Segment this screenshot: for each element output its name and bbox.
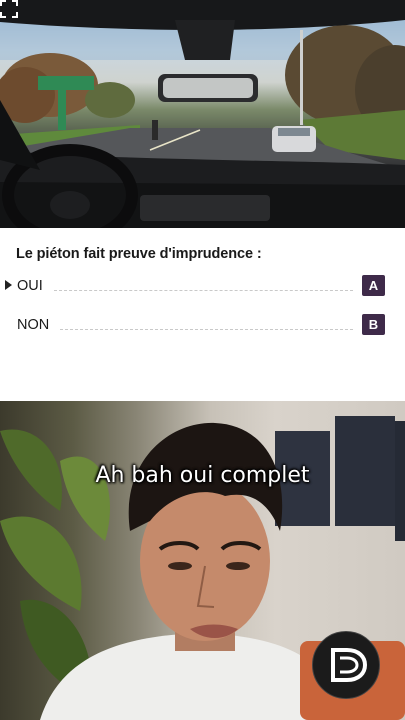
question-text: Le piéton fait preuve d'imprudence : xyxy=(16,246,262,262)
answer-badge-a[interactable]: A xyxy=(362,275,385,296)
dotted-leader xyxy=(60,329,353,330)
answer-badge-b[interactable]: B xyxy=(362,314,385,335)
answer-option-b[interactable]: NON B xyxy=(0,314,405,340)
subtitle-caption: Ah bah oui complet xyxy=(95,463,310,488)
fullscreen-icon[interactable] xyxy=(0,0,18,18)
quiz-panel: Le piéton fait preuve d'imprudence : OUI… xyxy=(0,228,405,401)
answer-option-a[interactable]: OUI A xyxy=(0,275,405,301)
reaction-video[interactable]: Ah bah oui complet xyxy=(0,401,405,720)
answer-label-a: OUI xyxy=(17,278,43,294)
dashcam-video[interactable] xyxy=(0,0,405,228)
channel-logo-icon xyxy=(312,631,380,699)
triangle-right-icon xyxy=(5,280,12,290)
road-scene xyxy=(0,0,405,228)
dotted-leader xyxy=(54,290,353,291)
answer-label-b: NON xyxy=(17,317,50,333)
